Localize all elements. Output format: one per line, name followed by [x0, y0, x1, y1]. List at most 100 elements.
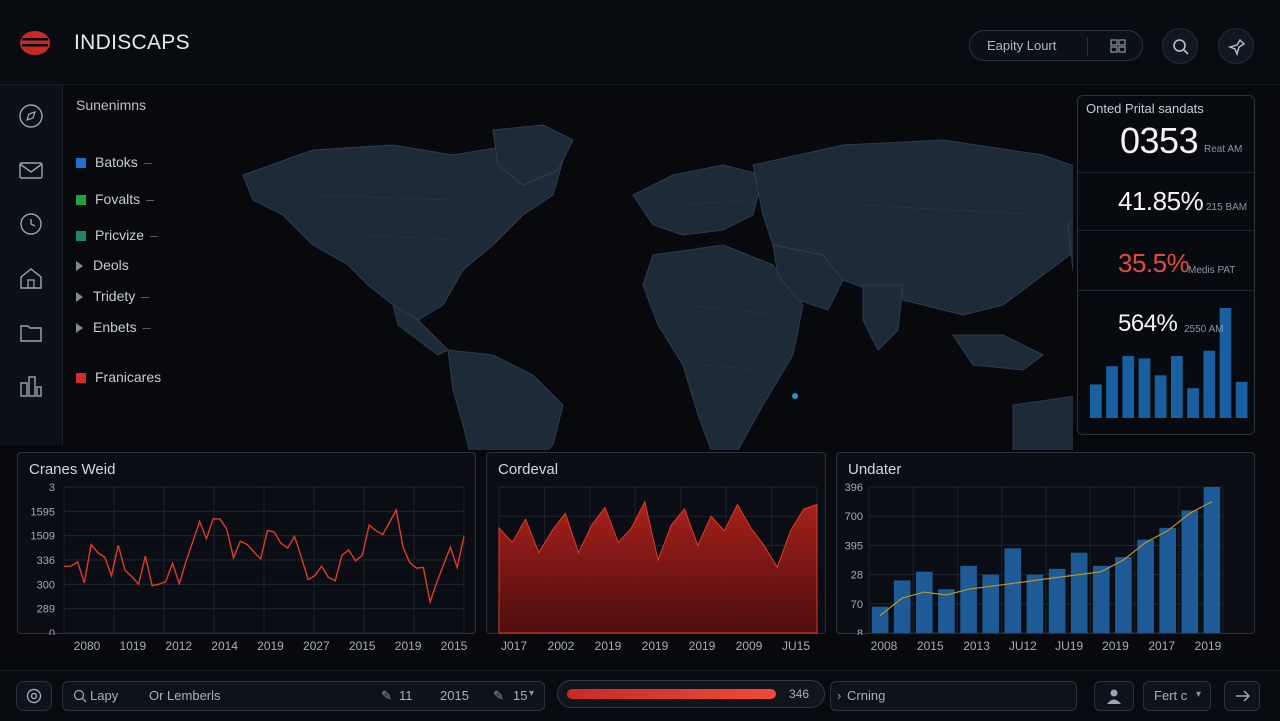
area-chart [498, 486, 818, 634]
legend-item[interactable]: Batoks – [76, 154, 152, 170]
y-tick-label: 300 [37, 579, 55, 591]
stat-value: 0353 [1120, 120, 1199, 161]
user-button[interactable] [1094, 681, 1134, 711]
x-tick-label: 2002 [547, 639, 575, 653]
count-c: 15 [513, 688, 528, 703]
y-tick-label: 8 [857, 628, 863, 635]
stat-bar [1138, 358, 1151, 418]
x-tick-label: 2015 [440, 639, 468, 653]
pin-icon [1228, 38, 1246, 56]
legend-item[interactable]: Deols [76, 257, 129, 273]
legend-dash: – [143, 154, 152, 170]
folder-icon[interactable] [18, 319, 44, 345]
search-icon [73, 689, 87, 703]
stat-bar [1122, 355, 1135, 418]
bar [916, 571, 933, 633]
legend-swatch [76, 231, 86, 241]
home-icon[interactable] [18, 265, 44, 291]
world-map-shape [242, 124, 1073, 450]
search-value[interactable]: Or Lemberls [149, 688, 221, 703]
pin-button[interactable] [1218, 28, 1254, 64]
bar [893, 580, 911, 633]
filter-dropdown[interactable]: Fert c ▾ [1143, 681, 1211, 711]
stat-bar [1235, 381, 1248, 418]
legend-item[interactable]: Tridety – [76, 288, 149, 304]
y-tick-label: 395 [845, 540, 863, 552]
chevron-down-icon: ▾ [1196, 689, 1202, 700]
chevron-right-icon [76, 323, 83, 333]
stat-row: 0353 Reat AM [1078, 114, 1254, 173]
y-tick-label: 28 [851, 570, 863, 582]
legend-dash: – [150, 227, 158, 243]
view-selector-pill[interactable]: Eapity Lourt [969, 30, 1143, 61]
legend-label: Fovalts [95, 191, 141, 207]
x-tick-label: J017 [500, 639, 528, 653]
legend-item[interactable]: Pricvize – [76, 227, 158, 243]
x-tick-label: 2019 [1102, 639, 1129, 653]
y-tick-label: 336 [37, 555, 55, 567]
gear-icon [26, 688, 42, 704]
legend-label: Pricvize [95, 227, 145, 243]
x-tick-label: 2015 [916, 639, 944, 653]
chevron-down-icon[interactable]: ▾ [529, 688, 534, 699]
search-button[interactable] [1162, 28, 1198, 64]
grid-icon[interactable] [1110, 39, 1126, 53]
bar [1137, 539, 1154, 633]
legend-swatch [76, 195, 86, 205]
y-tick-label: 3 [49, 482, 55, 494]
x-tick-label: 2080 [73, 639, 101, 653]
pen-icon[interactable]: ✎ [493, 688, 504, 704]
settings-button[interactable] [16, 681, 52, 711]
legend-item[interactable]: Fovalts – [76, 191, 154, 207]
stat-bar [1203, 350, 1216, 418]
legend-title: Sunenimns [76, 97, 147, 113]
next-button[interactable] [1224, 681, 1260, 711]
legend-item[interactable]: Enbets – [76, 319, 150, 335]
stat-bar [1154, 375, 1167, 418]
y-tick-label: 0 [49, 628, 55, 635]
legend-dash: – [142, 319, 151, 335]
y-tick-label: 700 [845, 511, 863, 523]
map-marker[interactable] [792, 393, 798, 399]
legend-label: Franicares [95, 369, 162, 385]
progress-bar[interactable]: 346 [557, 680, 825, 708]
legend-label: Deols [93, 257, 129, 273]
stat-row: 41.85% 215 BAM [1078, 172, 1254, 231]
stat-sub: 2550 AM [1184, 324, 1224, 335]
clock-icon[interactable] [18, 211, 44, 237]
stat-bar [1171, 355, 1183, 418]
compass-icon[interactable] [18, 103, 44, 129]
edit-icon[interactable]: ✎ [381, 688, 392, 704]
bar [982, 574, 999, 633]
y-tick-label: 396 [845, 482, 863, 494]
x-tick-label: 2015 [348, 639, 376, 653]
x-tick-label: 2014 [211, 639, 238, 653]
x-tick-label: 2017 [1148, 639, 1176, 653]
x-tick-label: JU19 [1055, 639, 1084, 653]
mail-icon[interactable] [18, 157, 44, 183]
legend-item[interactable]: Franicares [76, 369, 161, 385]
stats-panel: Onted Prital sandats 0353 Reat AM 41.85%… [1077, 95, 1255, 435]
legend-swatch [76, 158, 86, 168]
legend-label: Tridety [93, 288, 136, 304]
dropdown-label: Fert c [1154, 688, 1188, 703]
stat-sub: 215 BAM [1206, 202, 1248, 213]
search-icon [1173, 39, 1189, 55]
count-b: 2015 [440, 688, 469, 703]
pill-divider [1087, 37, 1088, 56]
x-tick-label: 2013 [963, 639, 990, 653]
bar [1004, 548, 1022, 633]
line-chart-panel: Cranes Weid 3 1595 1509 336 300 289 0 [17, 452, 476, 635]
search-bar[interactable]: Lapy Or Lemberls ✎ 11 2015 ✎ 15 ▾ [62, 681, 545, 711]
stat-bar [1106, 366, 1118, 418]
chevron-right-icon [76, 292, 83, 302]
analytics-icon[interactable] [18, 373, 44, 399]
world-map[interactable] [63, 85, 1073, 450]
x-tick-label: 2008 [870, 639, 898, 653]
bar [1070, 552, 1088, 633]
view-selector-label: Eapity Lourt [987, 38, 1057, 53]
x-tick-label: JU12 [1008, 639, 1037, 653]
x-tick-label: 2012 [165, 639, 193, 653]
count-a: 11 [399, 688, 413, 703]
y-tick-label: 1509 [31, 531, 55, 543]
